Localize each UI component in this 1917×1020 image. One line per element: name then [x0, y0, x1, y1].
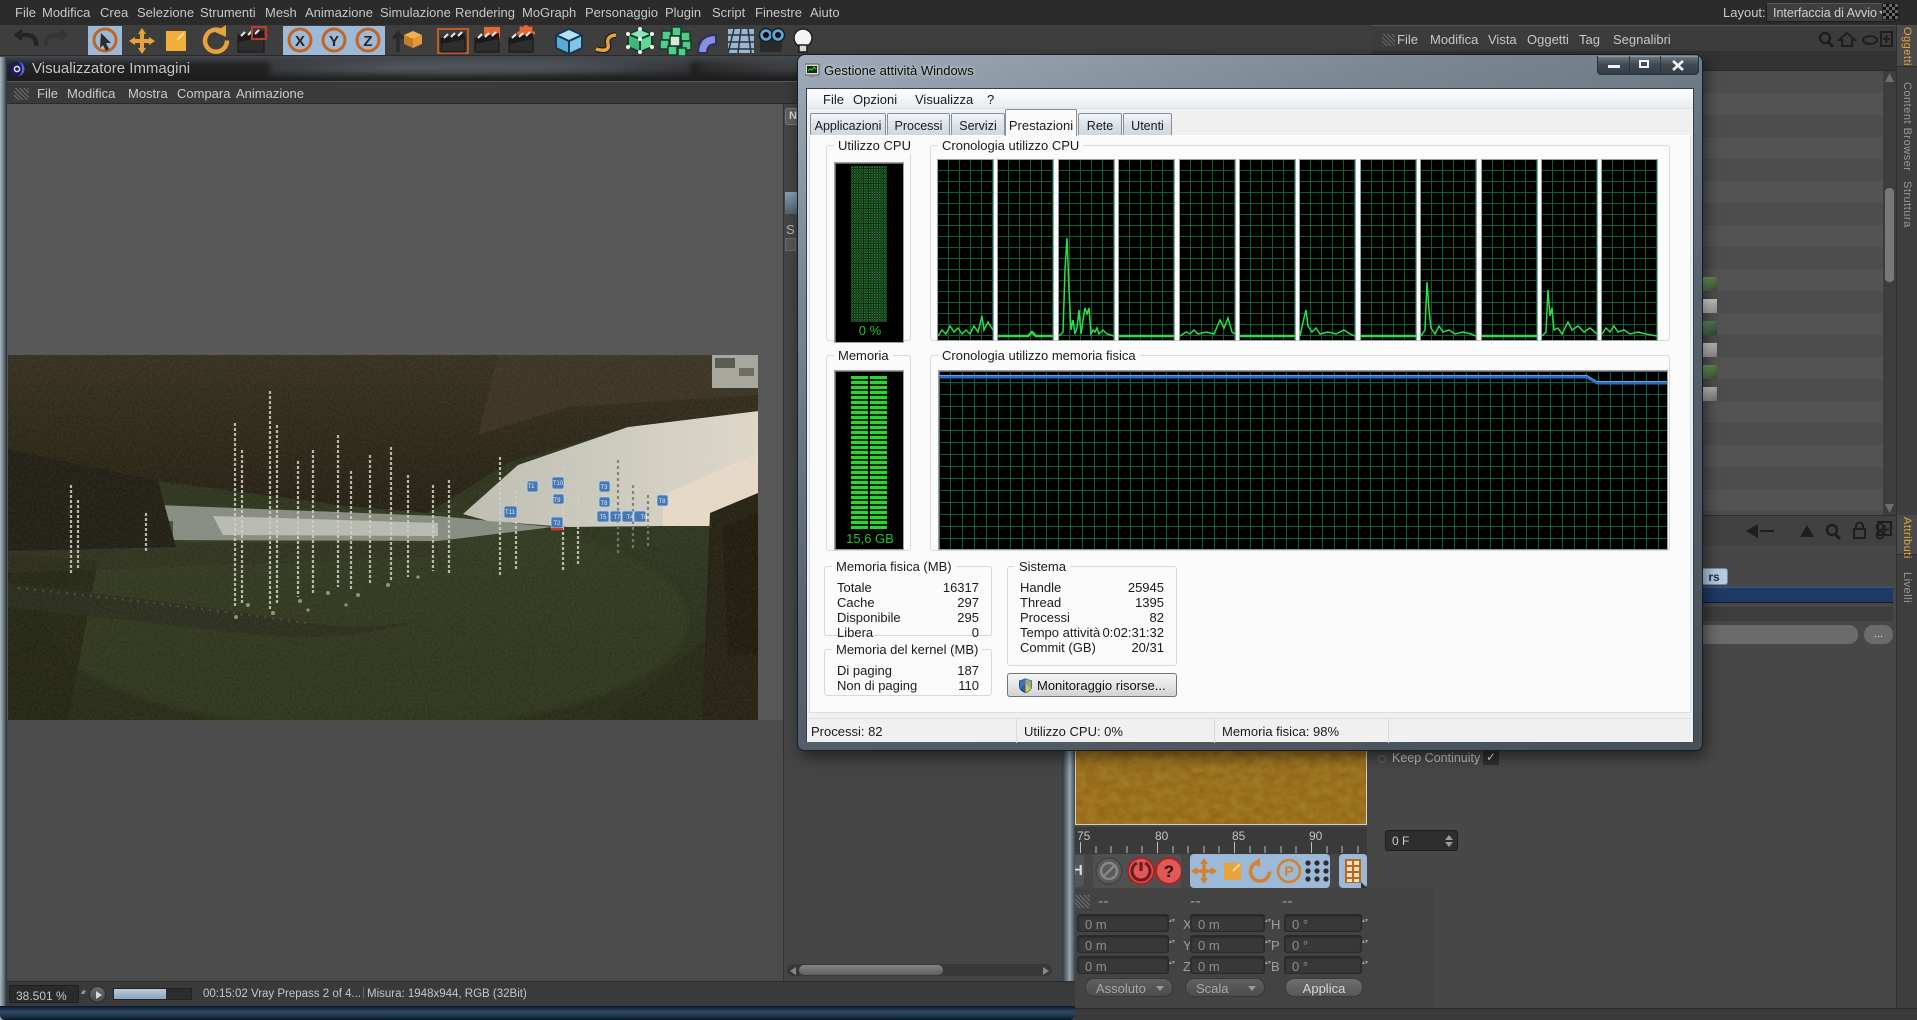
svg-text:?: ? — [1164, 862, 1174, 881]
svg-text:P: P — [1284, 863, 1293, 879]
svg-text:Z: Z — [363, 33, 372, 50]
svg-text:X: X — [295, 33, 305, 50]
svg-text:Y: Y — [329, 33, 339, 50]
